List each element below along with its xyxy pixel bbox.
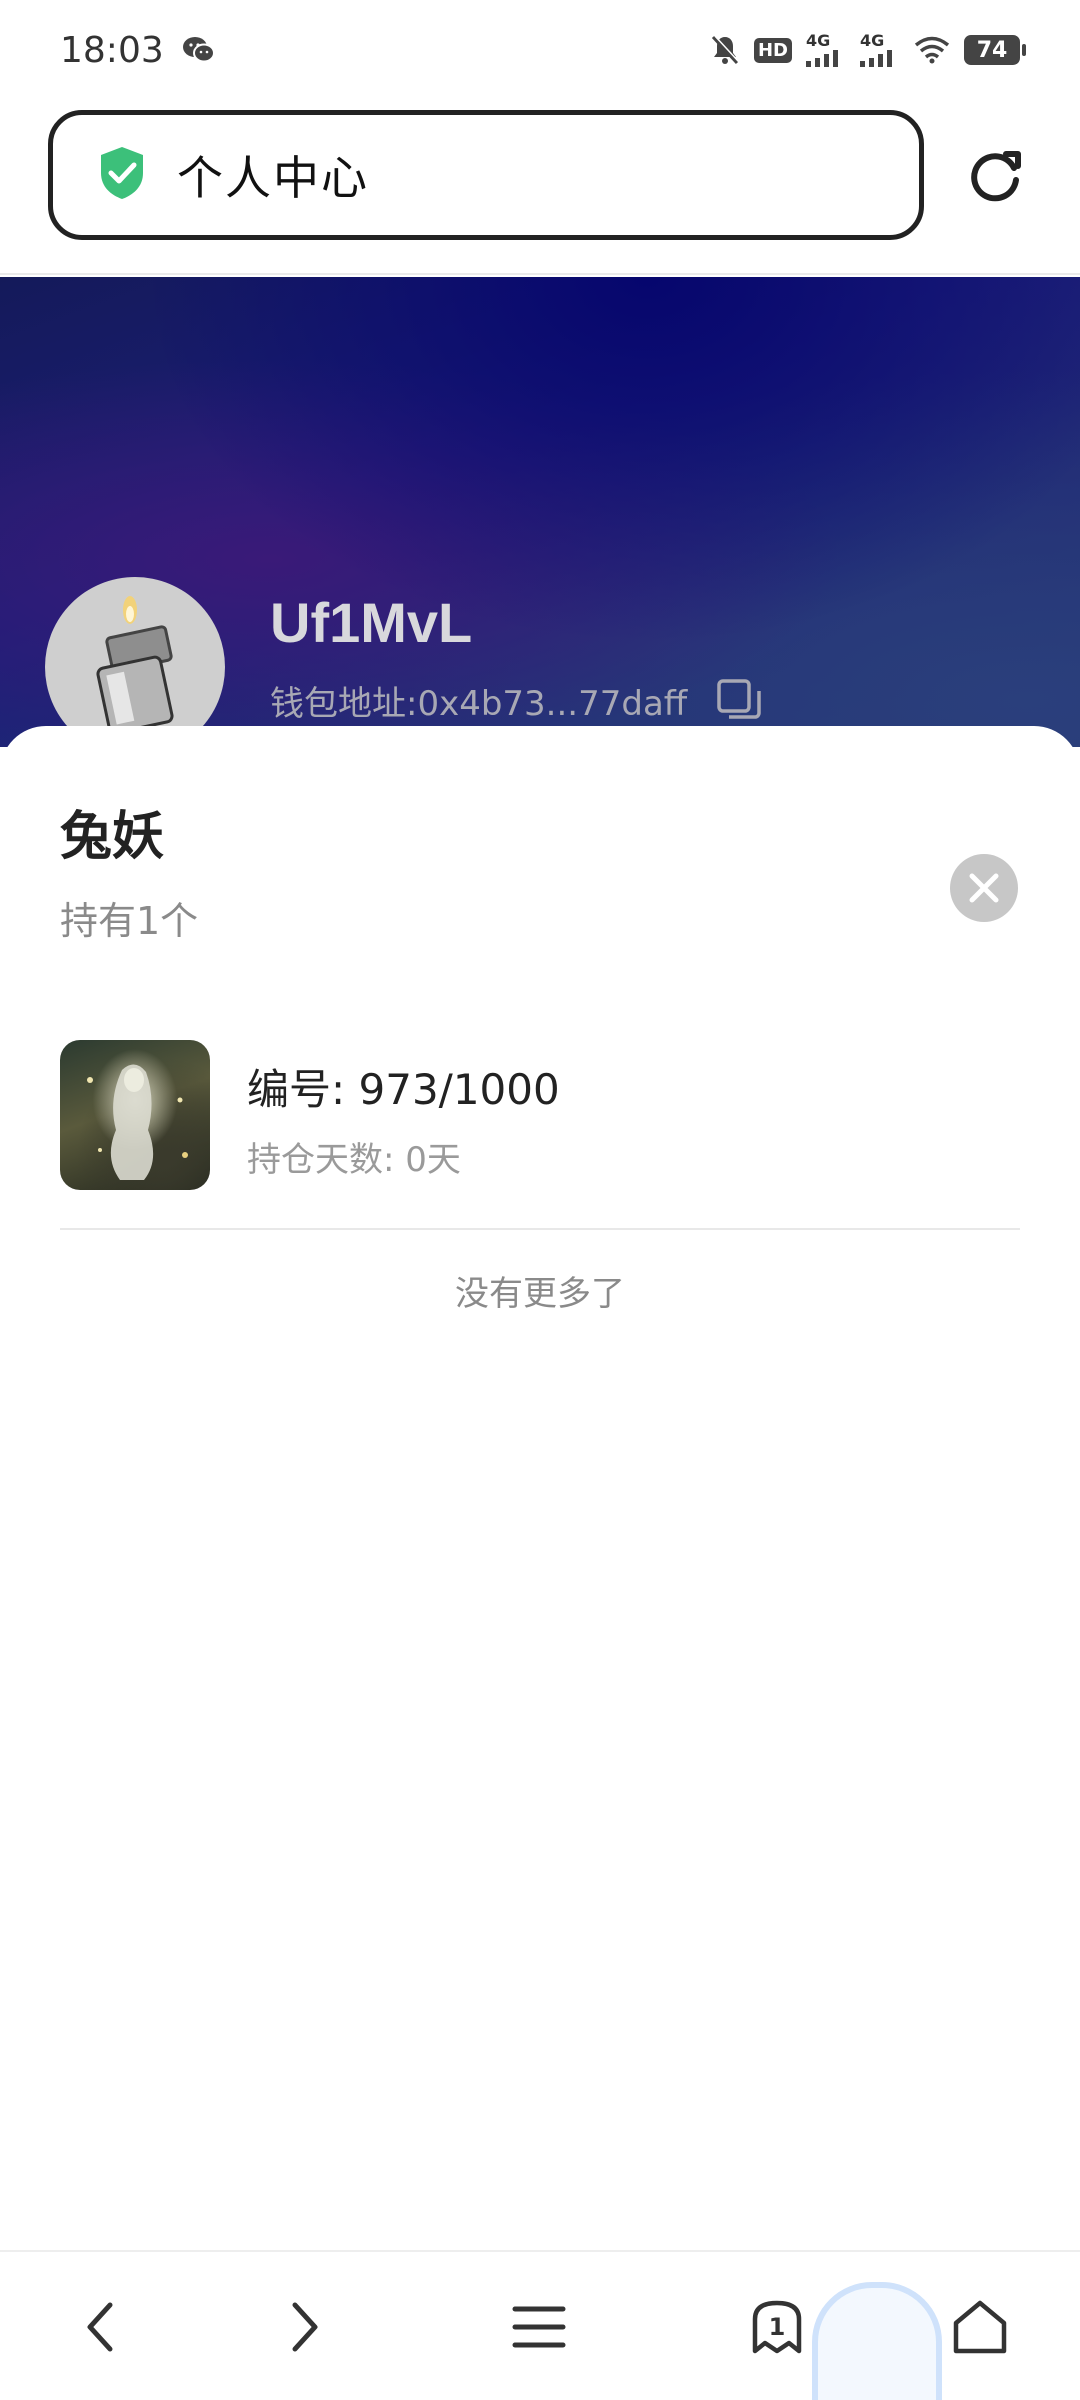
signal-label-1: 4G xyxy=(806,31,831,50)
tabs-count: 1 xyxy=(768,2313,786,2341)
4g-signal-icon: 4G xyxy=(806,33,846,67)
refresh-icon xyxy=(971,151,1021,202)
home-icon xyxy=(953,2300,1007,2354)
list-item[interactable]: 编号: 973/1000 持仓天数: 0天 xyxy=(60,1040,1020,1230)
list-end-text: 没有更多了 xyxy=(455,1274,625,1314)
holdings-sheet: 兔妖 持有1个 编号: 973/1000 持仓天数: 0天 没有更多了 xyxy=(0,726,1080,2250)
page: 18:03 HD 4G 4G 74 个人中心 Uf1MvL 钱包地址:0x4b7… xyxy=(0,0,1080,2400)
wifi-icon xyxy=(914,36,950,64)
wallet-address: 钱包地址:0x4b73...77daff xyxy=(270,684,688,724)
status-left: 18:03 xyxy=(60,30,216,71)
address-bar: 个人中心 xyxy=(0,100,1080,275)
menu-button[interactable] xyxy=(494,2282,584,2372)
lighter-avatar xyxy=(96,596,174,735)
back-button[interactable] xyxy=(55,2282,145,2372)
address-field[interactable]: 个人中心 xyxy=(48,110,924,240)
page-title: 个人中心 xyxy=(177,151,369,205)
hd-icon: HD xyxy=(753,37,792,63)
bottom-navigation: 1 xyxy=(0,2250,1080,2400)
close-icon xyxy=(969,873,999,903)
status-bar: 18:03 HD 4G 4G 74 xyxy=(0,0,1080,100)
mute-icon xyxy=(710,34,740,66)
wallet-row: 钱包地址:0x4b73...77daff xyxy=(270,676,763,725)
close-button[interactable] xyxy=(950,854,1018,922)
chevron-right-icon xyxy=(292,2302,318,2352)
wechat-icon xyxy=(182,35,216,65)
status-right: HD 4G 4G 74 xyxy=(710,33,1026,67)
chevron-left-icon xyxy=(87,2302,113,2352)
refresh-button[interactable] xyxy=(960,140,1030,210)
forward-button[interactable] xyxy=(260,2282,350,2372)
signal-label-2: 4G xyxy=(860,31,885,50)
shield-check-icon xyxy=(97,145,147,205)
battery-indicator: 74 xyxy=(964,35,1026,65)
copy-icon[interactable] xyxy=(715,677,763,725)
4g-signal-icon: 4G xyxy=(860,33,900,67)
tabs-button[interactable]: 1 xyxy=(732,2282,822,2372)
decorative-mascot xyxy=(812,2282,942,2400)
status-time: 18:03 xyxy=(60,29,164,71)
hd-label: HD xyxy=(753,37,792,63)
username: Uf1MvL xyxy=(270,591,473,654)
menu-icon xyxy=(512,2306,566,2348)
home-button[interactable] xyxy=(935,2282,1025,2372)
item-number: 编号: 973/1000 xyxy=(247,1065,560,1114)
item-thumbnail xyxy=(60,1040,210,1190)
item-holding-days: 持仓天数: 0天 xyxy=(247,1140,461,1180)
sheet-subtitle: 持有1个 xyxy=(60,899,199,943)
sheet-title: 兔妖 xyxy=(60,807,165,867)
